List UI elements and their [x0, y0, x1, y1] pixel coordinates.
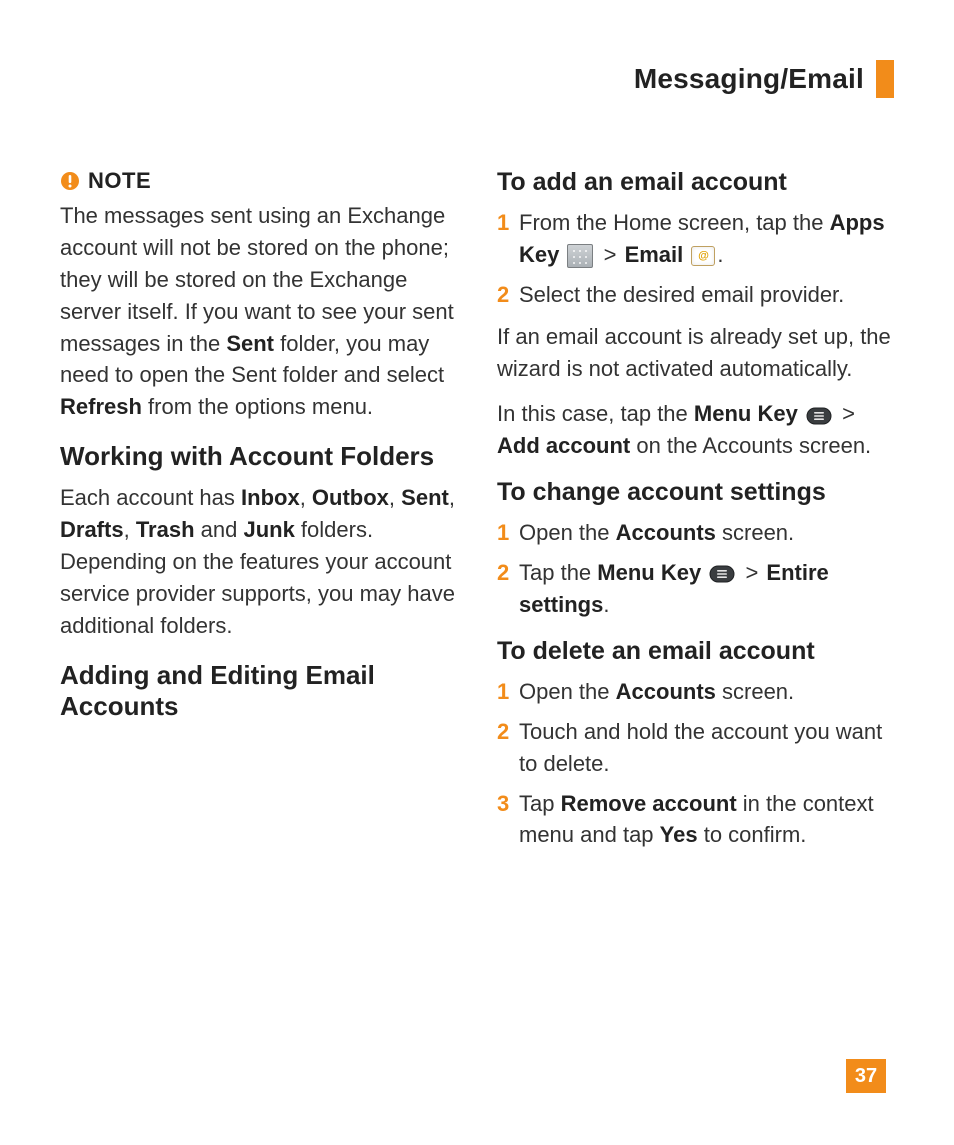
- subsection-heading: To change account settings: [497, 478, 894, 507]
- section-heading: Adding and Editing Email Accounts: [60, 660, 457, 722]
- text: In this case, tap the: [497, 401, 694, 426]
- step-item: Touch and hold the account you want to d…: [497, 716, 894, 780]
- subsection-heading: To delete an email account: [497, 637, 894, 666]
- text: ,: [449, 485, 455, 510]
- text: Each account has: [60, 485, 241, 510]
- header-accent-bar: [876, 60, 894, 98]
- section-account-folders: Working with Account Folders Each accoun…: [60, 441, 457, 641]
- text: Tap: [519, 791, 561, 816]
- bold-text: Outbox: [312, 485, 389, 510]
- apps-key-icon: [567, 244, 593, 268]
- note-block: NOTE The messages sent using an Exchange…: [60, 168, 457, 423]
- chevron-text: >: [595, 242, 624, 267]
- bold-text: Refresh: [60, 394, 142, 419]
- menu-key-icon: [806, 407, 832, 425]
- bold-text: Accounts: [616, 520, 716, 545]
- text: Tap the: [519, 560, 597, 585]
- text: .: [603, 592, 609, 617]
- note-label: NOTE: [88, 168, 151, 194]
- bold-text: Menu Key: [694, 401, 798, 426]
- chevron-text: >: [834, 401, 857, 426]
- subsection-delete-account: To delete an email account Open the Acco…: [497, 637, 894, 851]
- text: ,: [300, 485, 312, 510]
- text: Open the: [519, 520, 616, 545]
- bold-text: Drafts: [60, 517, 124, 542]
- chevron-text: >: [737, 560, 766, 585]
- email-app-icon: [691, 246, 715, 266]
- bold-text: Sent: [226, 331, 274, 356]
- text: to confirm.: [698, 822, 807, 847]
- text: Open the: [519, 679, 616, 704]
- section-add-edit-accounts: Adding and Editing Email Accounts: [60, 660, 457, 722]
- text: Touch and hold the account you want to d…: [519, 719, 882, 776]
- text: on the Accounts screen.: [630, 433, 871, 458]
- bold-text: Inbox: [241, 485, 300, 510]
- bold-text: Sent: [401, 485, 449, 510]
- step-list: Open the Accounts screen. Touch and hold…: [497, 676, 894, 851]
- bold-text: Accounts: [616, 679, 716, 704]
- step-item: Open the Accounts screen.: [497, 517, 894, 549]
- subsection-add-account: To add an email account From the Home sc…: [497, 168, 894, 462]
- text: .: [717, 242, 723, 267]
- note-paragraph: The messages sent using an Exchange acco…: [60, 200, 457, 423]
- menu-key-icon: [709, 565, 735, 583]
- body-paragraph: If an email account is already set up, t…: [497, 321, 894, 385]
- subsection-change-settings: To change account settings Open the Acco…: [497, 478, 894, 621]
- text: from the options menu.: [142, 394, 373, 419]
- text: ,: [389, 485, 401, 510]
- step-item: From the Home screen, tap the Apps Key >…: [497, 207, 894, 271]
- bold-text: Junk: [243, 517, 294, 542]
- body-paragraph: Each account has Inbox, Outbox, Sent, Dr…: [60, 482, 457, 641]
- text: screen.: [716, 679, 794, 704]
- text: and: [195, 517, 244, 542]
- step-list: From the Home screen, tap the Apps Key >…: [497, 207, 894, 311]
- step-item: Tap Remove account in the context menu a…: [497, 788, 894, 852]
- text: From the Home screen, tap the: [519, 210, 830, 235]
- step-list: Open the Accounts screen. Tap the Menu K…: [497, 517, 894, 621]
- page-title: Messaging/Email: [634, 63, 864, 95]
- bold-text: Remove account: [561, 791, 737, 816]
- text: Select the desired email provider.: [519, 282, 844, 307]
- step-item: Tap the Menu Key > Entire settings.: [497, 557, 894, 621]
- body-paragraph: In this case, tap the Menu Key > Add acc…: [497, 398, 894, 462]
- step-item: Select the desired email provider.: [497, 279, 894, 311]
- subsection-heading: To add an email account: [497, 168, 894, 197]
- text: screen.: [716, 520, 794, 545]
- bold-text: Email: [625, 242, 684, 267]
- step-item: Open the Accounts screen.: [497, 676, 894, 708]
- bold-text: Yes: [660, 822, 698, 847]
- bold-text: Trash: [136, 517, 195, 542]
- page-number: 37: [846, 1059, 886, 1093]
- bold-text: Add account: [497, 433, 630, 458]
- bold-text: Menu Key: [597, 560, 701, 585]
- alert-icon: [60, 171, 80, 191]
- page-header: Messaging/Email: [60, 60, 894, 98]
- section-heading: Working with Account Folders: [60, 441, 457, 472]
- text: ,: [124, 517, 136, 542]
